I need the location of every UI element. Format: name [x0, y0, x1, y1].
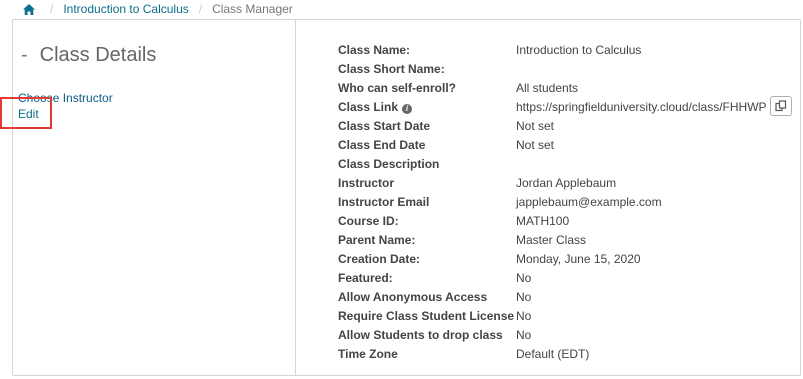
detail-value: No — [516, 328, 532, 342]
detail-row-instructor: Instructor Jordan Applebaum — [338, 174, 798, 193]
detail-label: Class Start Date — [338, 119, 431, 133]
detail-label: Class End Date — [338, 138, 426, 152]
detail-label: Allow Students to drop class — [338, 328, 503, 342]
left-column: - Class Details Choose Instructor Edit — [13, 20, 296, 375]
detail-value: All students — [516, 81, 579, 95]
details-list: Class Name: Introduction to Calculus Cla… — [338, 41, 798, 364]
detail-row-description: Class Description — [338, 155, 798, 174]
breadcrumb-separator: / — [50, 1, 54, 16]
page-title-text: Class Details — [39, 44, 157, 66]
detail-row-instructor-email: Instructor Email japplebaum@example.com — [338, 193, 798, 212]
detail-label: Require Class Student License — [338, 309, 515, 323]
detail-value: Default (EDT) — [516, 347, 590, 361]
detail-value: No — [516, 309, 532, 323]
detail-value: Monday, June 15, 2020 — [516, 252, 641, 266]
detail-row-course-id: Course ID: MATH100 — [338, 212, 798, 231]
detail-value: No — [516, 290, 532, 304]
detail-row-creation-date: Creation Date: Monday, June 15, 2020 — [338, 250, 798, 269]
detail-label: Featured: — [338, 271, 393, 285]
detail-value: Jordan Applebaum — [516, 176, 617, 190]
detail-value: Introduction to Calculus — [516, 43, 642, 57]
detail-row-start-date: Class Start Date Not set — [338, 117, 798, 136]
detail-label: Class Description — [338, 157, 440, 171]
collapse-dash: - — [21, 44, 28, 66]
highlight-annotation — [0, 97, 52, 129]
detail-row-featured: Featured: No — [338, 269, 798, 288]
detail-value: Master Class — [516, 233, 587, 247]
detail-label: Class Link — [338, 100, 399, 114]
breadcrumb-link-class[interactable]: Introduction to Calculus — [63, 1, 188, 18]
detail-label: Creation Date: — [338, 252, 421, 266]
detail-row-self-enroll: Who can self-enroll? All students — [338, 79, 798, 98]
detail-label: Time Zone — [338, 347, 398, 361]
detail-value: Not set — [516, 119, 555, 133]
info-icon[interactable]: i — [402, 104, 413, 114]
home-icon[interactable] — [22, 3, 36, 16]
breadcrumb: / Introduction to Calculus / Class Manag… — [12, 0, 801, 18]
detail-row-class-name: Class Name: Introduction to Calculus — [338, 41, 798, 60]
detail-label: Who can self-enroll? — [338, 81, 457, 95]
detail-row-short-name: Class Short Name: — [338, 60, 798, 79]
page-title: - Class Details — [21, 44, 156, 67]
detail-label: Allow Anonymous Access — [338, 290, 488, 304]
detail-row-time-zone: Time Zone Default (EDT) — [338, 345, 798, 364]
detail-row-drop-class: Allow Students to drop class No — [338, 326, 798, 345]
copy-link-button[interactable] — [770, 96, 792, 116]
breadcrumb-separator: / — [198, 1, 203, 16]
detail-row-student-license: Require Class Student License No — [338, 307, 798, 326]
copy-icon — [775, 100, 787, 112]
detail-label: Class Name: — [338, 43, 411, 57]
detail-row-class-link: Class Link i https://springfielduniversit… — [338, 96, 798, 117]
detail-value: Not set — [516, 138, 555, 152]
detail-value: No — [516, 271, 532, 285]
detail-label-wrap: Class Link i — [338, 98, 413, 117]
detail-value: MATH100 — [516, 214, 570, 228]
breadcrumb-current: Class Manager — [212, 1, 293, 16]
detail-value: japplebaum@example.com — [516, 195, 662, 209]
detail-row-anonymous-access: Allow Anonymous Access No — [338, 288, 798, 307]
detail-label: Instructor — [338, 176, 395, 190]
detail-label: Course ID: — [338, 214, 399, 228]
detail-label: Class Short Name: — [338, 62, 445, 76]
detail-label: Parent Name: — [338, 233, 416, 247]
detail-row-end-date: Class End Date Not set — [338, 136, 798, 155]
detail-row-parent-name: Parent Name: Master Class — [338, 231, 798, 250]
detail-label: Instructor Email — [338, 195, 430, 209]
class-link-value[interactable]: https://springfielduniversity.cloud/clas… — [516, 98, 767, 117]
